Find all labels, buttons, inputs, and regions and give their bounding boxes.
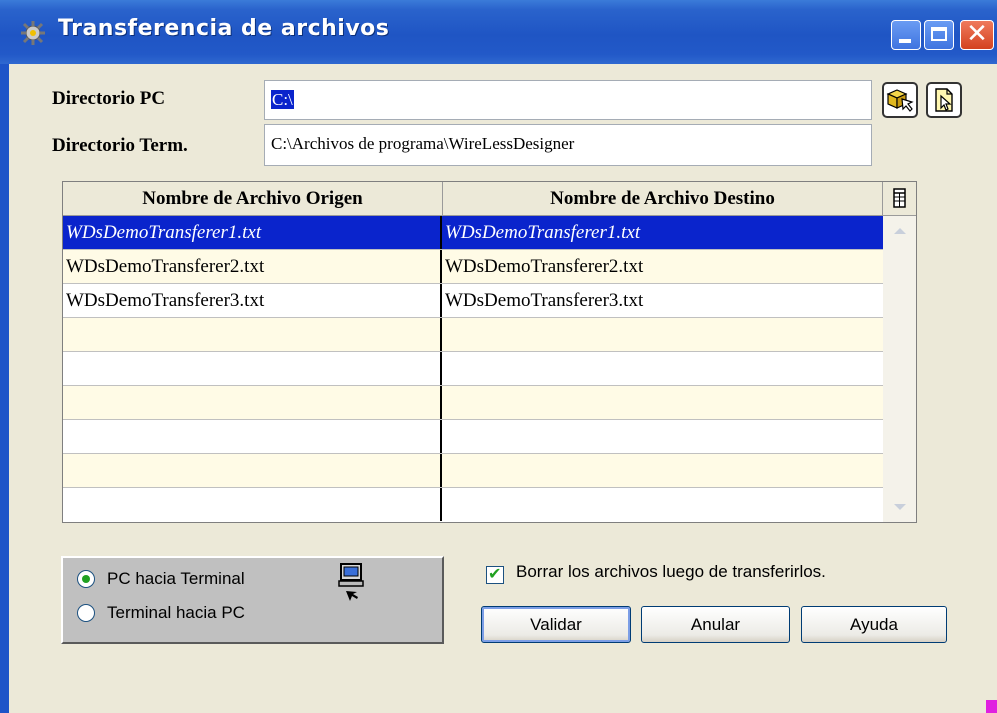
cell-destination[interactable] [442, 420, 883, 453]
cell-origin[interactable] [63, 318, 442, 351]
pc-directory-label: Directorio PC [52, 88, 166, 109]
cell-origin[interactable] [63, 352, 442, 385]
cell-origin[interactable] [63, 454, 442, 487]
cell-origin[interactable] [63, 386, 442, 419]
vertical-scrollbar[interactable] [883, 216, 916, 522]
table-row[interactable]: WDsDemoTransferer2.txt WDsDemoTransferer… [63, 250, 883, 284]
cell-origin[interactable]: WDsDemoTransferer1.txt [63, 216, 442, 249]
radio-button-selected[interactable] [77, 570, 95, 588]
terminal-directory-input[interactable]: C:\Archivos de programa\WireLessDesigner [264, 124, 872, 166]
cell-origin[interactable]: WDsDemoTransferer3.txt [63, 284, 442, 317]
window-frame-left [0, 64, 9, 713]
close-button[interactable]: ✕ [960, 19, 994, 50]
resize-grip-icon[interactable] [986, 700, 997, 713]
computer-icon [338, 563, 364, 601]
validate-button[interactable]: Validar [481, 606, 631, 643]
select-file-button[interactable] [926, 82, 962, 118]
scroll-up-icon[interactable] [894, 228, 906, 234]
cell-destination[interactable] [442, 386, 883, 419]
radio-label: PC hacia Terminal [107, 569, 245, 588]
table-row[interactable]: WDsDemoTransferer3.txt WDsDemoTransferer… [63, 284, 883, 318]
cell-destination[interactable] [442, 454, 883, 487]
table-row[interactable] [63, 420, 883, 454]
transfer-direction-group: PC hacia Terminal Terminal hacia PC [61, 556, 444, 644]
terminal-directory-label: Directorio Term. [52, 135, 188, 156]
browse-folder-icon [886, 89, 914, 112]
window-title: Transferencia de archivos [58, 16, 390, 41]
file-grid[interactable]: Nombre de Archivo Origen Nombre de Archi… [62, 181, 917, 523]
cell-destination[interactable] [442, 352, 883, 385]
table-row[interactable] [63, 454, 883, 488]
transfer-app-icon [21, 21, 45, 45]
delete-after-checkbox[interactable]: ✔ [486, 564, 504, 584]
dialog-body: Directorio PC C:\ Directorio Term. C:\Ar… [9, 64, 997, 713]
file-pointer-icon [935, 88, 953, 112]
minimize-button[interactable] [891, 20, 921, 50]
table-row[interactable] [63, 488, 883, 522]
cell-origin[interactable]: WDsDemoTransferer2.txt [63, 250, 442, 283]
table-row[interactable] [63, 352, 883, 386]
help-button[interactable]: Ayuda [801, 606, 947, 643]
column-header-destination[interactable]: Nombre de Archivo Destino [443, 182, 883, 216]
close-icon: ✕ [966, 19, 988, 49]
delete-after-label[interactable]: Borrar los archivos luego de transferirl… [516, 562, 826, 582]
cell-destination[interactable] [442, 488, 883, 521]
cell-destination[interactable]: WDsDemoTransferer1.txt [442, 216, 883, 249]
scroll-down-icon[interactable] [894, 504, 906, 510]
browse-folder-button[interactable] [882, 82, 918, 118]
title-bar[interactable]: Transferencia de archivos ✕ [0, 0, 997, 64]
table-row[interactable]: WDsDemoTransferer1.txt WDsDemoTransferer… [63, 216, 883, 250]
cancel-button[interactable]: Anular [641, 606, 790, 643]
cell-origin[interactable] [63, 488, 442, 521]
column-chooser-button[interactable] [883, 182, 916, 216]
cell-destination[interactable] [442, 318, 883, 351]
pc-directory-value: C:\ [271, 90, 294, 109]
radio-button[interactable] [77, 604, 95, 622]
cell-origin[interactable] [63, 420, 442, 453]
table-row[interactable] [63, 318, 883, 352]
checkmark-icon: ✔ [488, 564, 502, 583]
table-row[interactable] [63, 386, 883, 420]
maximize-button[interactable] [924, 20, 954, 50]
cell-destination[interactable]: WDsDemoTransferer2.txt [442, 250, 883, 283]
table-columns-icon [893, 188, 906, 208]
cell-destination[interactable]: WDsDemoTransferer3.txt [442, 284, 883, 317]
pc-directory-input[interactable]: C:\ [264, 80, 872, 120]
radio-label: Terminal hacia PC [107, 603, 245, 622]
column-header-origin[interactable]: Nombre de Archivo Origen [63, 182, 443, 216]
